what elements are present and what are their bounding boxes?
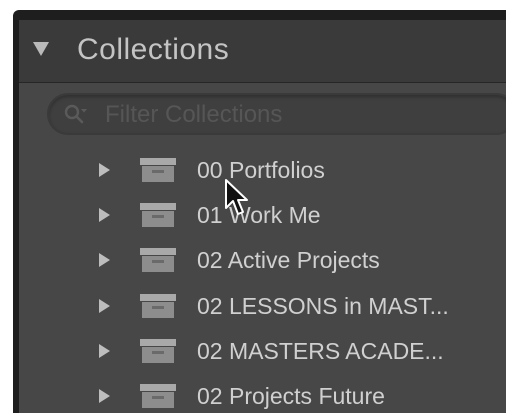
collection-set-box-icon [140, 339, 176, 363]
mouse-pointer-icon [225, 179, 248, 215]
collection-set-row[interactable]: 00 Portfolios [19, 147, 506, 193]
triangle-right-icon[interactable] [99, 208, 110, 222]
collection-set-row[interactable]: 02 MASTERS ACADE... [19, 328, 506, 374]
collection-set-box-icon [140, 203, 176, 227]
collection-set-row[interactable]: 02 Projects Future [19, 373, 506, 413]
collection-set-label: 02 Projects Future [197, 383, 385, 409]
collection-set-box-icon [140, 294, 176, 318]
triangle-right-icon[interactable] [99, 253, 110, 267]
lightroom-collections-panel-view: Collections 00 Portfolios 01 Work Me 02 Ac… [0, 0, 506, 413]
search-icon[interactable] [63, 103, 87, 127]
collection-set-row[interactable]: 02 Active Projects [19, 237, 506, 283]
panel-title: Collections [77, 33, 230, 66]
triangle-right-icon[interactable] [99, 344, 110, 358]
triangle-right-icon[interactable] [99, 299, 110, 313]
triangle-down-icon[interactable] [33, 42, 49, 56]
collection-set-box-icon [140, 248, 176, 272]
collection-set-row[interactable]: 01 Work Me [19, 192, 506, 238]
collection-set-label: 02 MASTERS ACADE... [197, 338, 444, 364]
collection-set-label: 02 Active Projects [197, 247, 380, 273]
collection-set-box-icon [140, 384, 176, 408]
triangle-right-icon[interactable] [99, 163, 110, 177]
filter-collections-input[interactable] [105, 101, 505, 129]
collection-set-box-icon [140, 158, 176, 182]
triangle-right-icon[interactable] [99, 389, 110, 403]
filter-collections-box[interactable] [47, 93, 506, 135]
collections-panel-header[interactable]: Collections [19, 20, 506, 83]
collections-panel-body: 00 Portfolios 01 Work Me 02 Active Project… [19, 83, 506, 413]
collection-set-row[interactable]: 02 LESSONS in MAST... [19, 283, 506, 329]
collection-set-label: 00 Portfolios [197, 157, 325, 183]
collection-set-label: 01 Work Me [197, 202, 321, 228]
collection-set-label: 02 LESSONS in MAST... [197, 293, 449, 319]
